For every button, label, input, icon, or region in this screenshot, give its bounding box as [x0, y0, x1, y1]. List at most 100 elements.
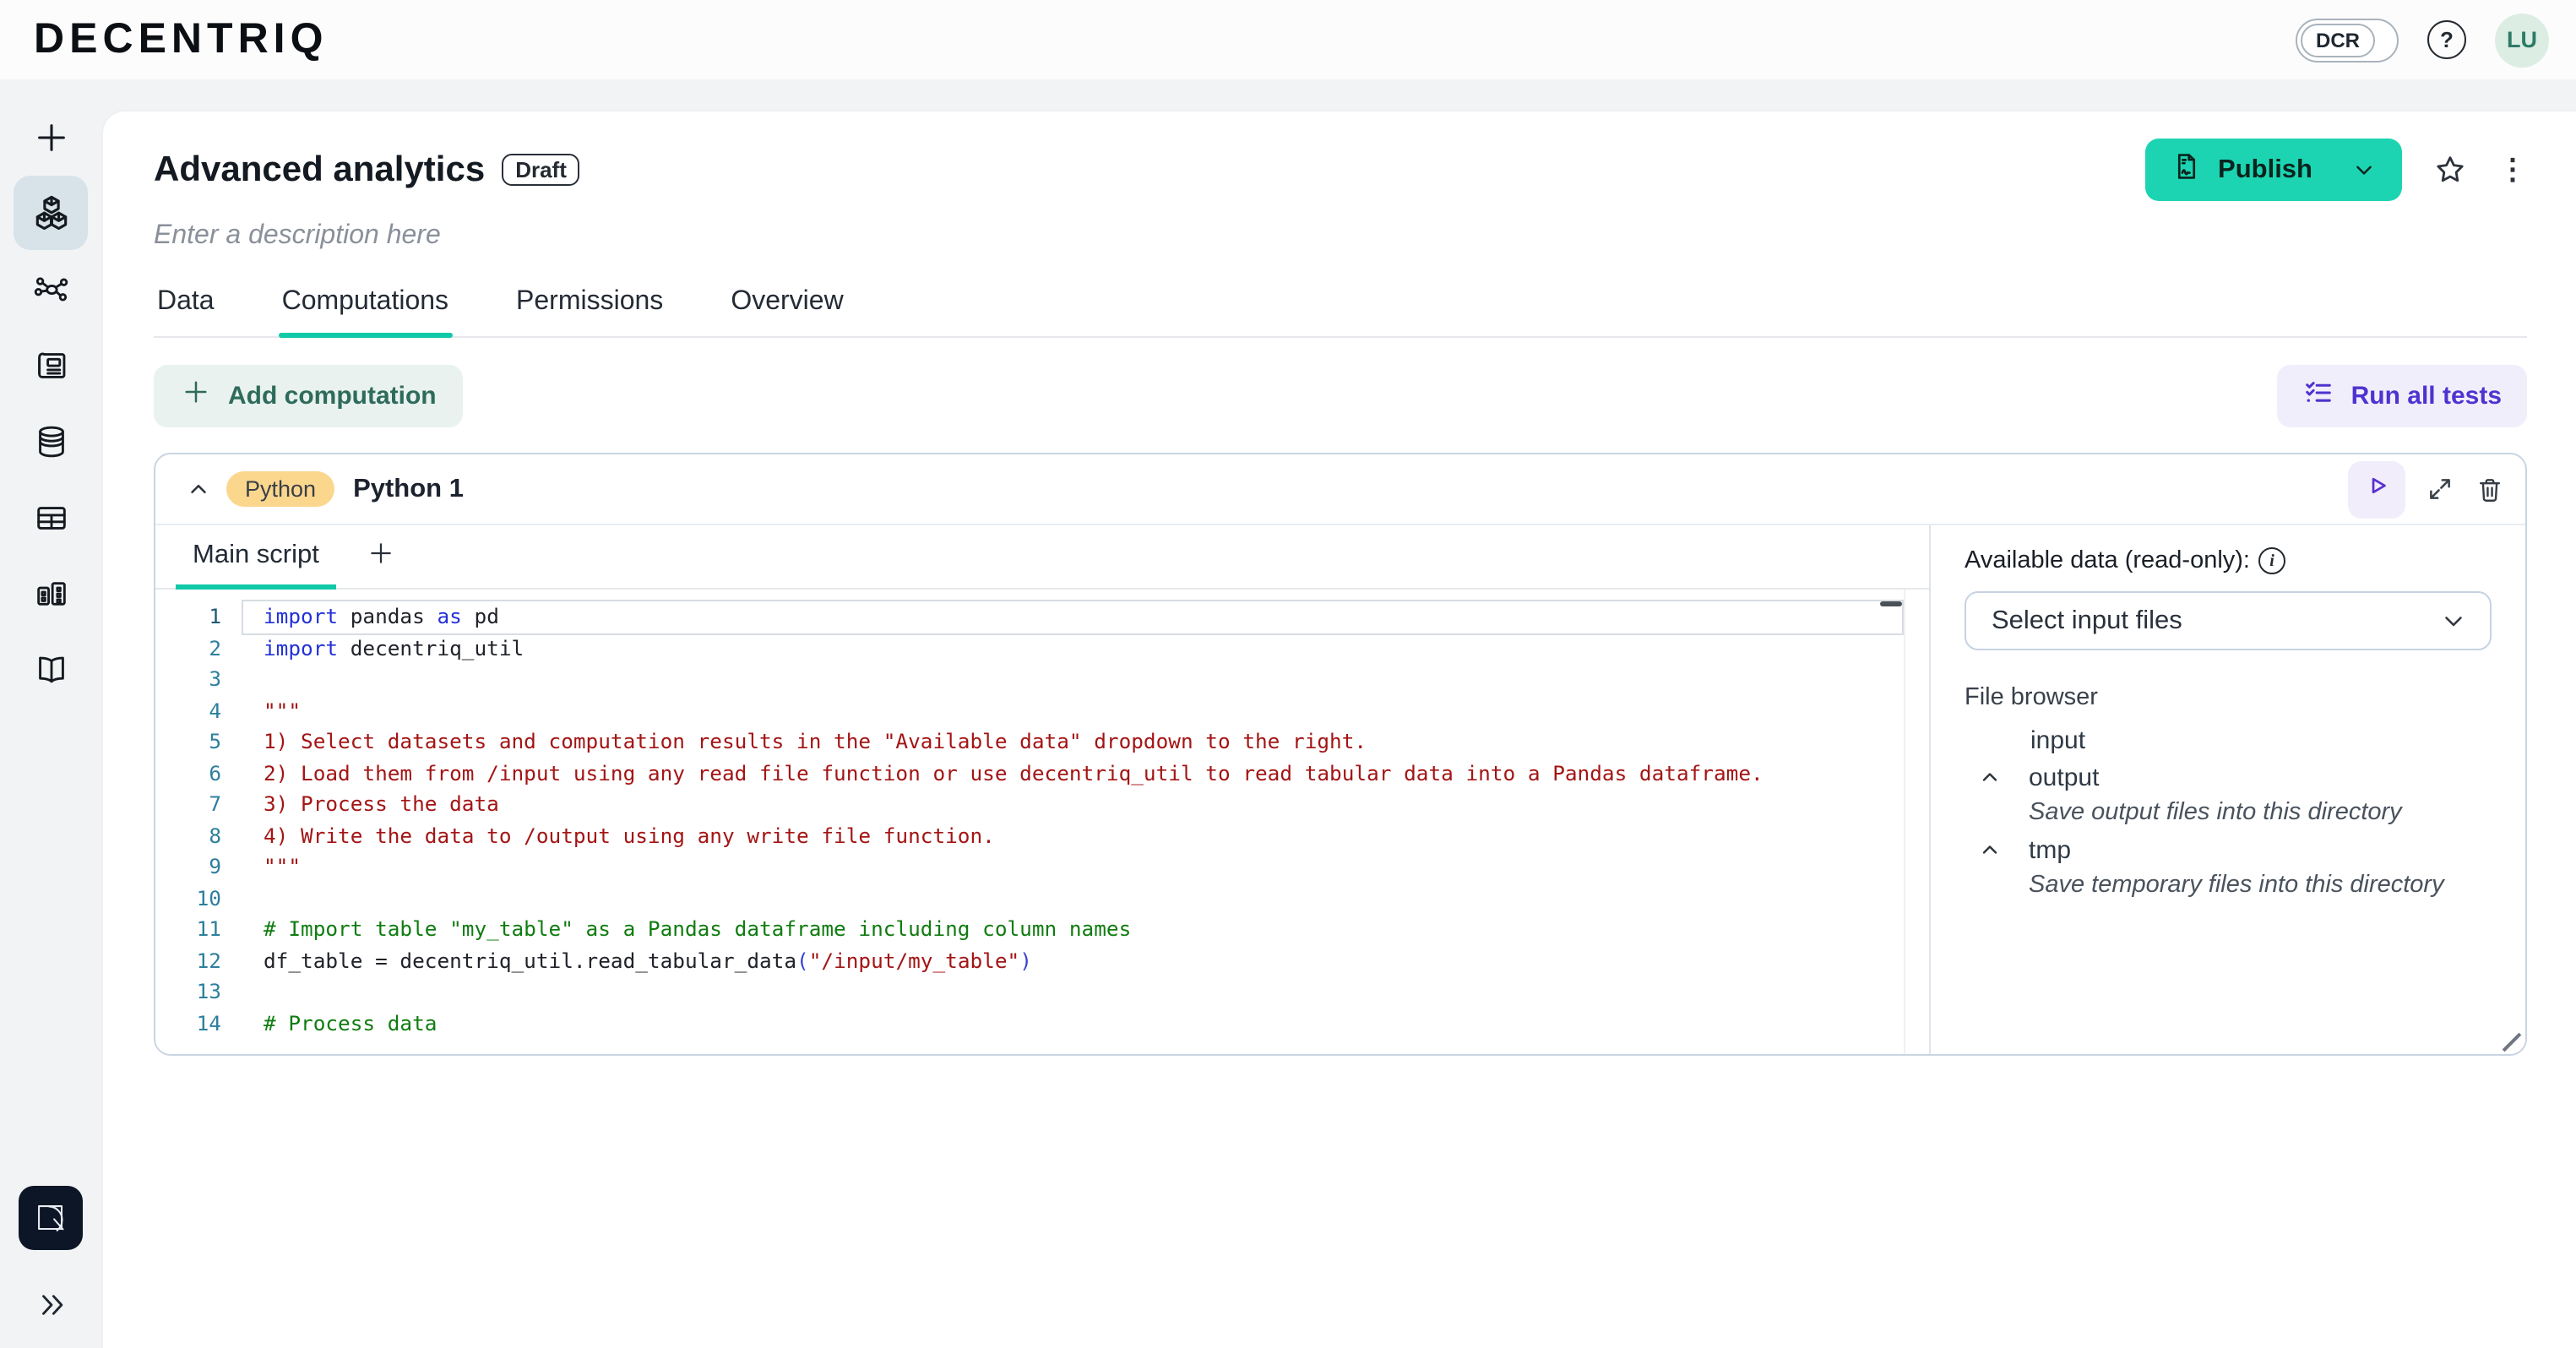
line-number: 9 [155, 851, 221, 883]
code-line: 3) Process the data [243, 789, 1902, 820]
sidebar-item-tables[interactable] [14, 480, 88, 554]
computation-panel: Python Python 1 [154, 453, 2527, 1056]
line-number: 13 [155, 976, 221, 1008]
code-line: # Process data [243, 1008, 1902, 1039]
script-tabs: Main script [155, 525, 1929, 590]
publish-label: Publish [2218, 155, 2312, 185]
line-number: 7 [155, 789, 221, 820]
code-line: df_table = decentriq_util.read_tabular_d… [243, 945, 1902, 976]
line-number: 6 [155, 758, 221, 789]
chevron-down-icon [2351, 157, 2377, 182]
database-icon [31, 421, 70, 460]
sidebar-item-data-clean-rooms[interactable] [14, 176, 88, 250]
decentriq-mark[interactable] [19, 1186, 83, 1250]
book-open-icon [31, 650, 70, 688]
chevron-up-icon[interactable] [1976, 765, 2003, 789]
dcr-badge-label: DCR [2301, 23, 2375, 57]
code-line: 1) Select datasets and computation resul… [243, 726, 1902, 758]
favorite-star-icon[interactable] [2432, 152, 2468, 188]
play-icon [2362, 470, 2391, 508]
code-line: import decentriq_util [243, 633, 1902, 664]
line-number: 5 [155, 726, 221, 758]
more-options-icon[interactable]: ⋮ [2498, 155, 2527, 184]
info-icon[interactable]: i [2258, 547, 2285, 574]
line-number: 2 [155, 633, 221, 664]
tab-overview[interactable]: Overview [727, 279, 846, 336]
add-script-tab-button[interactable] [367, 538, 395, 575]
line-number: 11 [155, 914, 221, 945]
expand-sidebar-button[interactable] [25, 1284, 76, 1334]
dcr-tabs: Data Computations Permissions Overview [154, 279, 2527, 338]
input-files-select-value: Select input files [1992, 606, 2182, 636]
description-placeholder[interactable]: Enter a description here [154, 218, 2527, 255]
tab-main-script[interactable]: Main script [176, 526, 336, 587]
help-icon[interactable]: ? [2427, 20, 2466, 59]
tree-item-label: output [2029, 763, 2099, 791]
chevron-up-icon[interactable] [1976, 838, 2003, 862]
tab-data[interactable]: Data [154, 279, 218, 336]
add-computation-button[interactable]: Add computation [154, 365, 464, 427]
line-number-gutter: 1234567891011121314 [155, 601, 243, 1054]
network-icon [31, 269, 70, 308]
code-editor[interactable]: 1234567891011121314 import pandas as pdi… [155, 590, 1929, 1054]
code-line: 4) Write the data to /output using any w… [243, 820, 1902, 851]
sidebar-item-new[interactable] [14, 100, 88, 174]
status-badge: Draft [502, 154, 580, 186]
file-browser-tree: input output Save output files into this… [1965, 721, 2492, 904]
tree-item-label: tmp [2029, 835, 2071, 864]
scrollbar-track [1904, 590, 1905, 1054]
app-root: DECENTRIQ DCR ? LU [0, 0, 2576, 1348]
scrollbar-thumb[interactable] [1880, 601, 1902, 606]
tab-permissions[interactable]: Permissions [513, 279, 666, 336]
input-files-select[interactable]: Select input files [1965, 591, 2492, 650]
user-avatar[interactable]: LU [2495, 13, 2549, 67]
tab-computations[interactable]: Computations [279, 279, 452, 336]
computation-header: Python Python 1 [155, 454, 2525, 525]
tree-item-output[interactable]: output [1965, 758, 2492, 796]
publish-button[interactable]: Publish [2145, 139, 2402, 201]
frame: Advanced analytics Draft Publish [0, 79, 2576, 1348]
sidebar-item-connections[interactable] [14, 252, 88, 326]
computation-actions [2348, 460, 2505, 518]
topbar-actions: DCR ? LU [2296, 13, 2549, 67]
sidebar-item-organizations[interactable] [14, 556, 88, 630]
line-number: 1 [155, 601, 221, 633]
code-line: """ [243, 851, 1902, 883]
delete-computation-icon[interactable] [2475, 474, 2505, 504]
double-chevron-right-icon [35, 1289, 67, 1329]
title-actions: Publish ⋮ [2145, 139, 2527, 201]
page-title: Advanced analytics [154, 144, 485, 195]
sidebar-item-docs[interactable] [14, 632, 88, 706]
run-computation-button[interactable] [2348, 460, 2405, 518]
available-data-label: Available data (read-only): [1965, 547, 2250, 574]
plus-icon [367, 538, 395, 575]
dcr-badge[interactable]: DCR [2296, 18, 2399, 62]
tree-item-label: input [2030, 726, 2085, 754]
expand-computation-icon[interactable] [2426, 475, 2454, 503]
available-data-panel: Available data (read-only): i Select inp… [1931, 525, 2525, 1054]
line-number: 14 [155, 1008, 221, 1039]
collapse-chevron-up-icon[interactable] [176, 476, 220, 502]
title-row: Advanced analytics Draft Publish [154, 139, 2527, 201]
code-line: 2) Load them from /input using any read … [243, 758, 1902, 789]
computation-name[interactable]: Python 1 [353, 474, 464, 504]
add-computation-label: Add computation [228, 382, 437, 410]
checklist-icon [2302, 376, 2334, 416]
plus-icon [31, 117, 70, 156]
tree-item-input[interactable]: input [1965, 721, 2492, 758]
computation-type-badge: Python [226, 471, 334, 507]
line-number: 4 [155, 695, 221, 726]
tree-item-tmp[interactable]: tmp [1965, 831, 2492, 868]
code-line: import pandas as pd [243, 601, 1902, 633]
newspaper-icon [31, 345, 70, 384]
file-browser-label: File browser [1965, 684, 2492, 711]
chevron-down-icon [2439, 606, 2468, 635]
top-bar: DECENTRIQ DCR ? LU [0, 0, 2576, 79]
run-all-tests-button[interactable]: Run all tests [2277, 365, 2527, 427]
sidebar-item-news[interactable] [14, 328, 88, 402]
plus-icon [181, 377, 211, 416]
computations-toolbar: Add computation Run all tests [154, 365, 2527, 427]
sidebar-item-datasets[interactable] [14, 404, 88, 478]
sidebar-bottom [0, 1186, 101, 1334]
editor-column: Main script 1234567891011121314 import p… [155, 525, 1931, 1054]
